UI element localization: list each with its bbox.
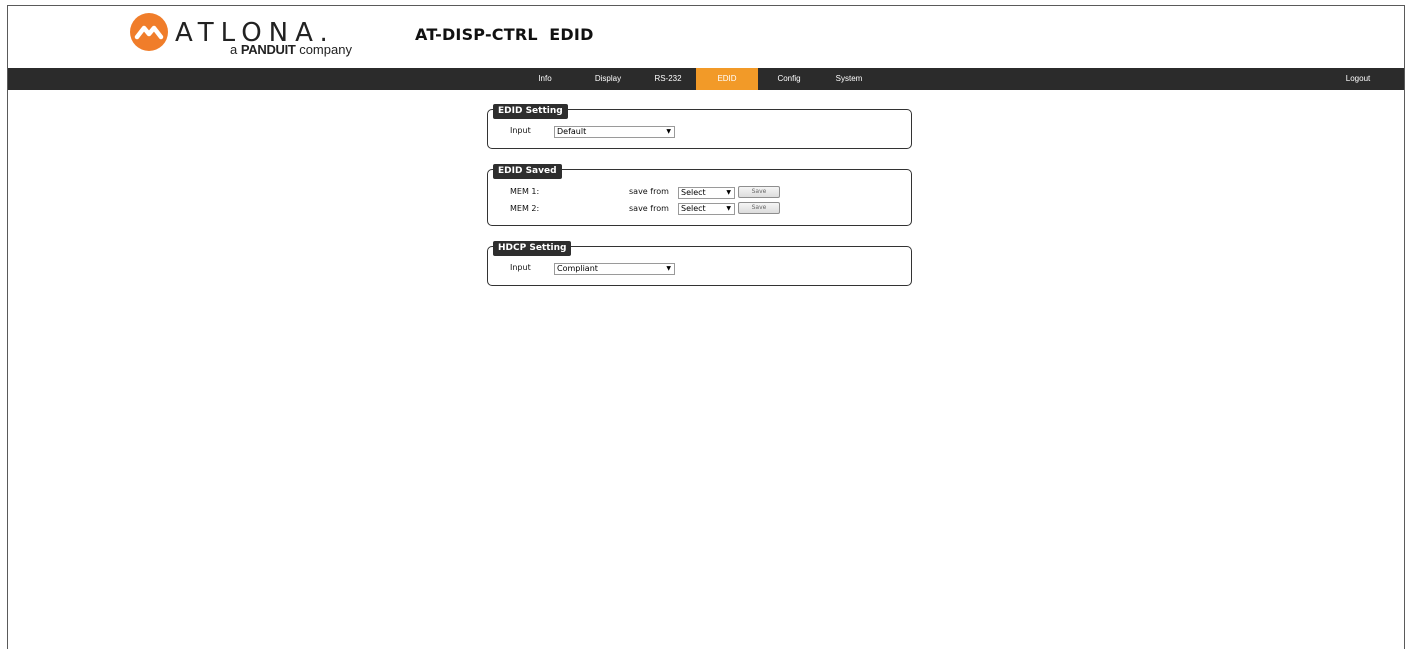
atlona-logo-icon: [130, 13, 168, 51]
mem2-label: MEM 2:: [510, 204, 540, 213]
top-navbar: Info Display RS-232 EDID Config System L…: [8, 68, 1404, 90]
mem1-save-from-label: save from: [629, 187, 669, 196]
edid-setting-legend: EDID Setting: [493, 104, 568, 119]
dropdown-arrow-icon: ▼: [726, 205, 731, 212]
hdcp-input-value: Compliant: [557, 264, 598, 273]
mem1-save-button[interactable]: Save: [738, 186, 780, 198]
hdcp-setting-legend: HDCP Setting: [493, 241, 572, 256]
nav-tab-rs232[interactable]: RS-232: [651, 68, 685, 90]
mem2-save-button[interactable]: Save: [738, 202, 780, 214]
mem2-save-from-label: save from: [629, 204, 669, 213]
nav-tab-system[interactable]: System: [831, 68, 867, 90]
tagline-brand: PANDUIT: [240, 42, 296, 57]
nav-tab-edid[interactable]: EDID: [696, 68, 758, 90]
logo-tagline: a PANDUIT company: [230, 42, 352, 57]
dropdown-arrow-icon: ▼: [666, 128, 671, 135]
nav-tab-config[interactable]: Config: [771, 68, 807, 90]
page-title: AT-DISP-CTRL EDID: [415, 25, 594, 44]
dropdown-arrow-icon: ▼: [666, 265, 671, 272]
edid-saved-panel: EDID Saved MEM 1: save from Select ▼ Sav…: [487, 164, 912, 226]
mem1-source-select[interactable]: Select ▼: [678, 187, 735, 199]
nav-tab-info[interactable]: Info: [533, 68, 557, 90]
nav-tab-display[interactable]: Display: [590, 68, 626, 90]
edid-input-value: Default: [557, 127, 587, 136]
hdcp-input-select[interactable]: Compliant ▼: [554, 263, 675, 275]
logout-link[interactable]: Logout: [1338, 68, 1378, 90]
mem1-source-value: Select: [681, 188, 706, 197]
dropdown-arrow-icon: ▼: [726, 189, 731, 196]
page-frame: [7, 5, 1405, 649]
edid-setting-panel: EDID Setting Input Default ▼: [487, 104, 912, 149]
mem1-label: MEM 1:: [510, 187, 540, 196]
atlona-logo: ATLONA. a PANDUIT company: [129, 12, 354, 58]
tagline-prefix: a: [230, 42, 238, 57]
mem2-source-select[interactable]: Select ▼: [678, 203, 735, 215]
edid-input-label: Input: [510, 126, 531, 135]
tagline-suffix: company: [299, 42, 352, 57]
mem2-source-value: Select: [681, 204, 706, 213]
edid-input-select[interactable]: Default ▼: [554, 126, 675, 138]
hdcp-input-label: Input: [510, 263, 531, 272]
hdcp-setting-panel: HDCP Setting Input Compliant ▼: [487, 241, 912, 286]
edid-saved-legend: EDID Saved: [493, 164, 562, 179]
